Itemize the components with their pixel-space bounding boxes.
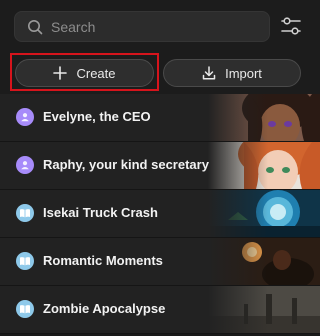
character-thumbnail xyxy=(208,94,320,141)
story-thumbnail xyxy=(208,190,320,237)
list-item-label: Zombie Apocalypse xyxy=(43,301,166,316)
story-thumbnail xyxy=(208,286,320,333)
list-item-evelyne[interactable]: Evelyne, the CEO xyxy=(0,94,320,142)
list-item-romantic[interactable]: Romantic Moments xyxy=(0,238,320,286)
person-icon xyxy=(16,156,34,174)
character-list: Evelyne, the CEO Raphy, your kind secret… xyxy=(0,94,320,334)
character-thumbnail xyxy=(208,142,320,189)
search-input[interactable]: Search xyxy=(14,11,270,42)
book-icon xyxy=(16,300,34,318)
list-item-label: Romantic Moments xyxy=(43,253,163,268)
top-bar: Search Create Import xyxy=(0,0,320,94)
book-icon xyxy=(16,252,34,270)
story-thumbnail xyxy=(208,238,320,285)
import-button[interactable]: Import xyxy=(163,59,301,87)
search-icon xyxy=(27,19,43,35)
import-label: Import xyxy=(225,65,262,81)
book-icon xyxy=(16,204,34,222)
search-placeholder: Search xyxy=(51,18,96,35)
download-icon xyxy=(202,66,216,80)
create-highlight-box xyxy=(10,53,159,91)
list-item-label: Evelyne, the CEO xyxy=(43,109,151,124)
list-item-zombie[interactable]: Zombie Apocalypse xyxy=(0,286,320,334)
filter-settings-icon[interactable] xyxy=(279,14,303,38)
list-item-label: Raphy, your kind secretary xyxy=(43,157,209,172)
list-item-label: Isekai Truck Crash xyxy=(43,205,158,220)
list-item-isekai[interactable]: Isekai Truck Crash xyxy=(0,190,320,238)
list-item-raphy[interactable]: Raphy, your kind secretary xyxy=(0,142,320,190)
person-icon xyxy=(16,108,34,126)
